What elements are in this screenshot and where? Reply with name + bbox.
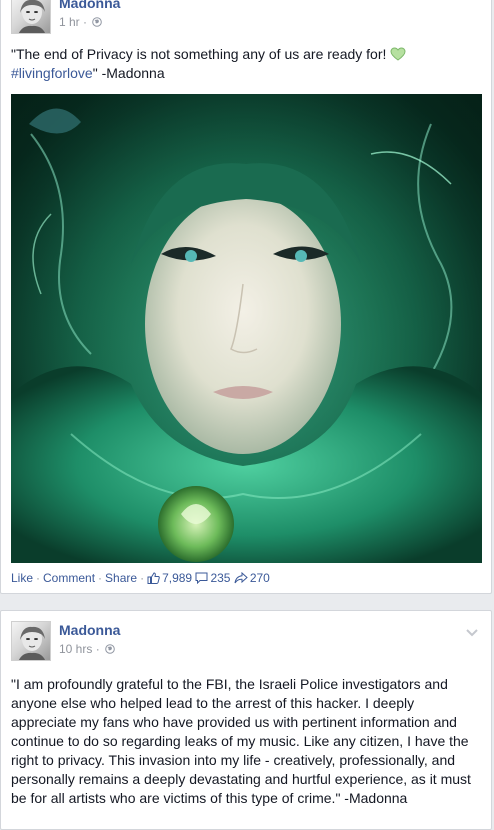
post-timestamp[interactable]: 10 hrs — [59, 642, 92, 656]
action-separator: · — [98, 571, 103, 585]
thumbs-up-icon — [147, 572, 160, 587]
globe-icon — [92, 16, 103, 27]
post-meta: 1 hr · — [59, 15, 103, 29]
meta-separator: · — [79, 15, 91, 29]
author-avatar[interactable] — [11, 0, 51, 34]
post-meta: 10 hrs · — [59, 642, 115, 656]
post-card: Madonna 10 hrs · "I am profoundly gratef… — [0, 610, 492, 830]
share-arrow-icon — [234, 571, 248, 587]
green-heart-icon — [390, 47, 406, 61]
comment-count-value: 235 — [210, 571, 231, 585]
share-link[interactable]: Share — [105, 571, 137, 585]
post-text: "The end of Privacy is not something any… — [11, 45, 481, 83]
action-separator: · — [140, 571, 145, 585]
chevron-down-icon[interactable] — [465, 625, 479, 637]
post-text-part: "The end of Privacy is not something any… — [11, 46, 387, 62]
share-count[interactable]: 270 — [234, 571, 270, 585]
post-text-part: " -Madonna — [92, 65, 165, 81]
comment-bubble-icon — [195, 572, 208, 587]
post-card: Madonna 1 hr · "The end of Privacy is no… — [0, 0, 492, 594]
post-photo[interactable] — [11, 94, 482, 563]
like-link[interactable]: Like — [11, 571, 33, 585]
comment-link[interactable]: Comment — [43, 571, 95, 585]
author-name[interactable]: Madonna — [59, 622, 120, 638]
post-actions: Like · Comment · Share · 7,989 235 270 — [11, 571, 270, 587]
author-name[interactable]: Madonna — [59, 0, 120, 11]
comment-count[interactable]: 235 — [195, 571, 230, 585]
post-text: "I am profoundly grateful to the FBI, th… — [11, 676, 471, 806]
action-separator: · — [36, 571, 41, 585]
author-avatar[interactable] — [11, 621, 51, 661]
like-count-value: 7,989 — [162, 571, 193, 585]
globe-icon — [105, 643, 115, 654]
hashtag-link[interactable]: #livingforlove — [11, 65, 93, 81]
like-count[interactable]: 7,989 — [147, 571, 192, 585]
meta-separator: · — [92, 642, 104, 656]
share-count-value: 270 — [249, 571, 270, 585]
post-timestamp[interactable]: 1 hr — [59, 15, 80, 29]
